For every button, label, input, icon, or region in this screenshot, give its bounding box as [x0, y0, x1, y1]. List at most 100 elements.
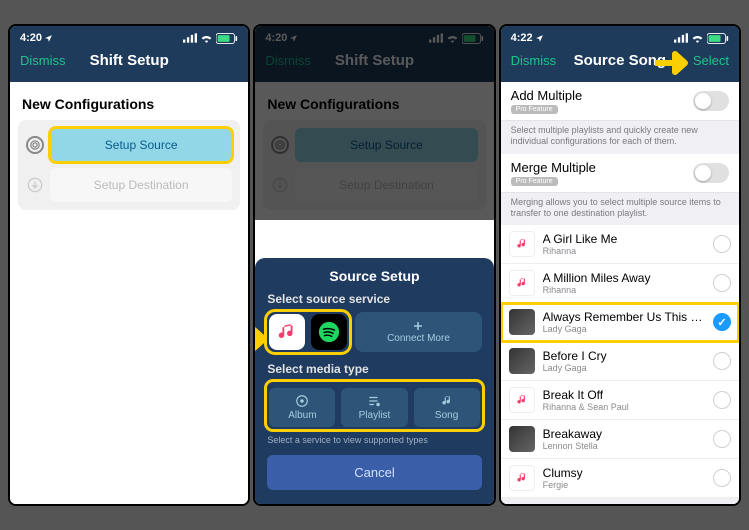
signal-icon	[429, 33, 443, 43]
wifi-icon	[691, 33, 704, 43]
song-radio[interactable]	[713, 274, 731, 292]
battery-icon	[216, 33, 238, 44]
service-spotify[interactable]	[311, 314, 347, 350]
select-media-label: Select media type	[267, 362, 481, 376]
connect-more-button[interactable]: Connect More	[355, 312, 481, 352]
status-time: 4:20	[20, 32, 42, 44]
media-song[interactable]: Song	[414, 388, 480, 427]
flow-arrow-icon	[26, 176, 44, 194]
cancel-button[interactable]: Cancel	[267, 455, 481, 490]
select-service-label: Select source service	[267, 292, 481, 306]
source-indicator-icon	[26, 136, 44, 154]
dismiss-button[interactable]: Dismiss	[265, 53, 313, 68]
service-apple-music[interactable]	[269, 314, 305, 350]
song-row[interactable]: ClumsyFergie	[501, 459, 739, 498]
song-row[interactable]: Before I CryLady Gaga	[501, 342, 739, 381]
song-text: Before I CryLady Gaga	[543, 349, 705, 373]
pro-badge: Pro Feature	[511, 105, 558, 114]
source-setup-sheet: Source Setup Select source service Conne…	[255, 258, 493, 504]
media-album[interactable]: Album	[269, 388, 335, 427]
section-title: New Configurations	[267, 96, 481, 112]
body: New Configurations Setup Source Setup De…	[10, 82, 248, 504]
song-text: Break It OffRihanna & Sean Paul	[543, 388, 705, 412]
page-title: Shift Setup	[313, 52, 435, 69]
song-artist: Rihanna	[543, 246, 705, 256]
setup-source-button[interactable]: Setup Source	[50, 128, 232, 162]
body: Add Multiple Pro Feature Select multiple…	[501, 82, 739, 504]
status-bar: 4:22	[501, 26, 739, 46]
song-artist: Lady Gaga	[543, 363, 705, 373]
location-icon	[535, 34, 544, 43]
header: 4:22 Dismiss Source Song Select	[501, 26, 739, 82]
song-row[interactable]: BreakawayLennon Stella	[501, 420, 739, 459]
media-album-label: Album	[288, 410, 316, 421]
add-multiple-label: Add Multiple	[511, 88, 583, 103]
header: 4:20 Dismiss Shift Setup	[255, 26, 493, 82]
song-row[interactable]: A Million Miles AwayRihanna	[501, 264, 739, 303]
status-time: 4:20	[265, 32, 287, 44]
song-title: A Million Miles Away	[543, 271, 705, 285]
song-artist: Fergie	[543, 480, 705, 490]
song-row[interactable]: Break It OffRihanna & Sean Paul	[501, 381, 739, 420]
song-radio[interactable]	[713, 391, 731, 409]
media-row-highlight: Album Playlist Song	[267, 382, 481, 429]
music-note-icon	[509, 465, 535, 491]
album-art-icon	[509, 426, 535, 452]
config-card: Setup Source Setup Destination	[18, 120, 240, 210]
song-text: BreakawayLennon Stella	[543, 427, 705, 451]
song-artist: Rihanna & Sean Paul	[543, 402, 705, 412]
song-text: A Girl Like MeRihanna	[543, 232, 705, 256]
add-multiple-toggle[interactable]	[693, 91, 729, 111]
battery-icon	[462, 33, 484, 44]
setup-source-button: Setup Source	[295, 128, 477, 162]
song-radio[interactable]	[713, 235, 731, 253]
source-indicator-icon	[271, 136, 289, 154]
media-song-label: Song	[435, 410, 458, 421]
merge-multiple-note: Merging allows you to select multiple so…	[501, 193, 739, 226]
sheet-title: Source Setup	[267, 268, 481, 284]
music-note-icon	[509, 231, 535, 257]
phone-screen-3: 4:22 Dismiss Source Song Select Add Mult…	[499, 24, 741, 506]
media-playlist-label: Playlist	[359, 410, 391, 421]
dismiss-button[interactable]: Dismiss	[20, 53, 68, 68]
song-icon	[440, 394, 454, 408]
song-text: Always Remember Us This WayLady Gaga	[543, 310, 705, 334]
song-radio[interactable]	[713, 313, 731, 331]
song-list: A Girl Like MeRihanna A Million Miles Awa…	[501, 225, 739, 498]
dismiss-button[interactable]: Dismiss	[511, 53, 559, 68]
music-note-icon	[509, 270, 535, 296]
song-text: A Million Miles AwayRihanna	[543, 271, 705, 295]
phone-screen-2: 4:20 Dismiss Shift Setup New Configurati…	[253, 24, 495, 506]
status-time: 4:22	[511, 32, 533, 44]
album-art-icon	[509, 309, 535, 335]
song-title: Always Remember Us This Way	[543, 310, 705, 324]
setup-destination-button[interactable]: Setup Destination	[50, 168, 232, 202]
services-highlight	[267, 312, 349, 352]
song-artist: Rihanna	[543, 285, 705, 295]
song-radio[interactable]	[713, 469, 731, 487]
merge-multiple-label: Merge Multiple	[511, 160, 596, 175]
song-row[interactable]: Always Remember Us This WayLady Gaga	[501, 303, 739, 342]
status-bar: 4:20	[10, 26, 248, 46]
flow-arrow-icon	[271, 176, 289, 194]
section-title: New Configurations	[22, 96, 236, 112]
song-radio[interactable]	[713, 352, 731, 370]
song-row[interactable]: A Girl Like MeRihanna	[501, 225, 739, 264]
merge-multiple-toggle[interactable]	[693, 163, 729, 183]
select-button[interactable]: Select	[681, 53, 729, 68]
location-icon	[44, 34, 53, 43]
plus-icon	[412, 320, 424, 332]
media-playlist[interactable]: Playlist	[341, 388, 407, 427]
media-row: Album Playlist Song	[269, 388, 479, 427]
song-title: Clumsy	[543, 466, 705, 480]
album-art-icon	[509, 348, 535, 374]
setup-destination-button: Setup Destination	[295, 168, 477, 202]
spotify-icon	[318, 321, 340, 343]
song-title: Before I Cry	[543, 349, 705, 363]
song-text: ClumsyFergie	[543, 466, 705, 490]
signal-icon	[674, 33, 688, 43]
song-radio[interactable]	[713, 430, 731, 448]
header: 4:20 Dismiss Shift Setup	[10, 26, 248, 82]
add-multiple-note: Select multiple playlists and quickly cr…	[501, 121, 739, 154]
media-hint: Select a service to view supported types	[267, 435, 481, 445]
